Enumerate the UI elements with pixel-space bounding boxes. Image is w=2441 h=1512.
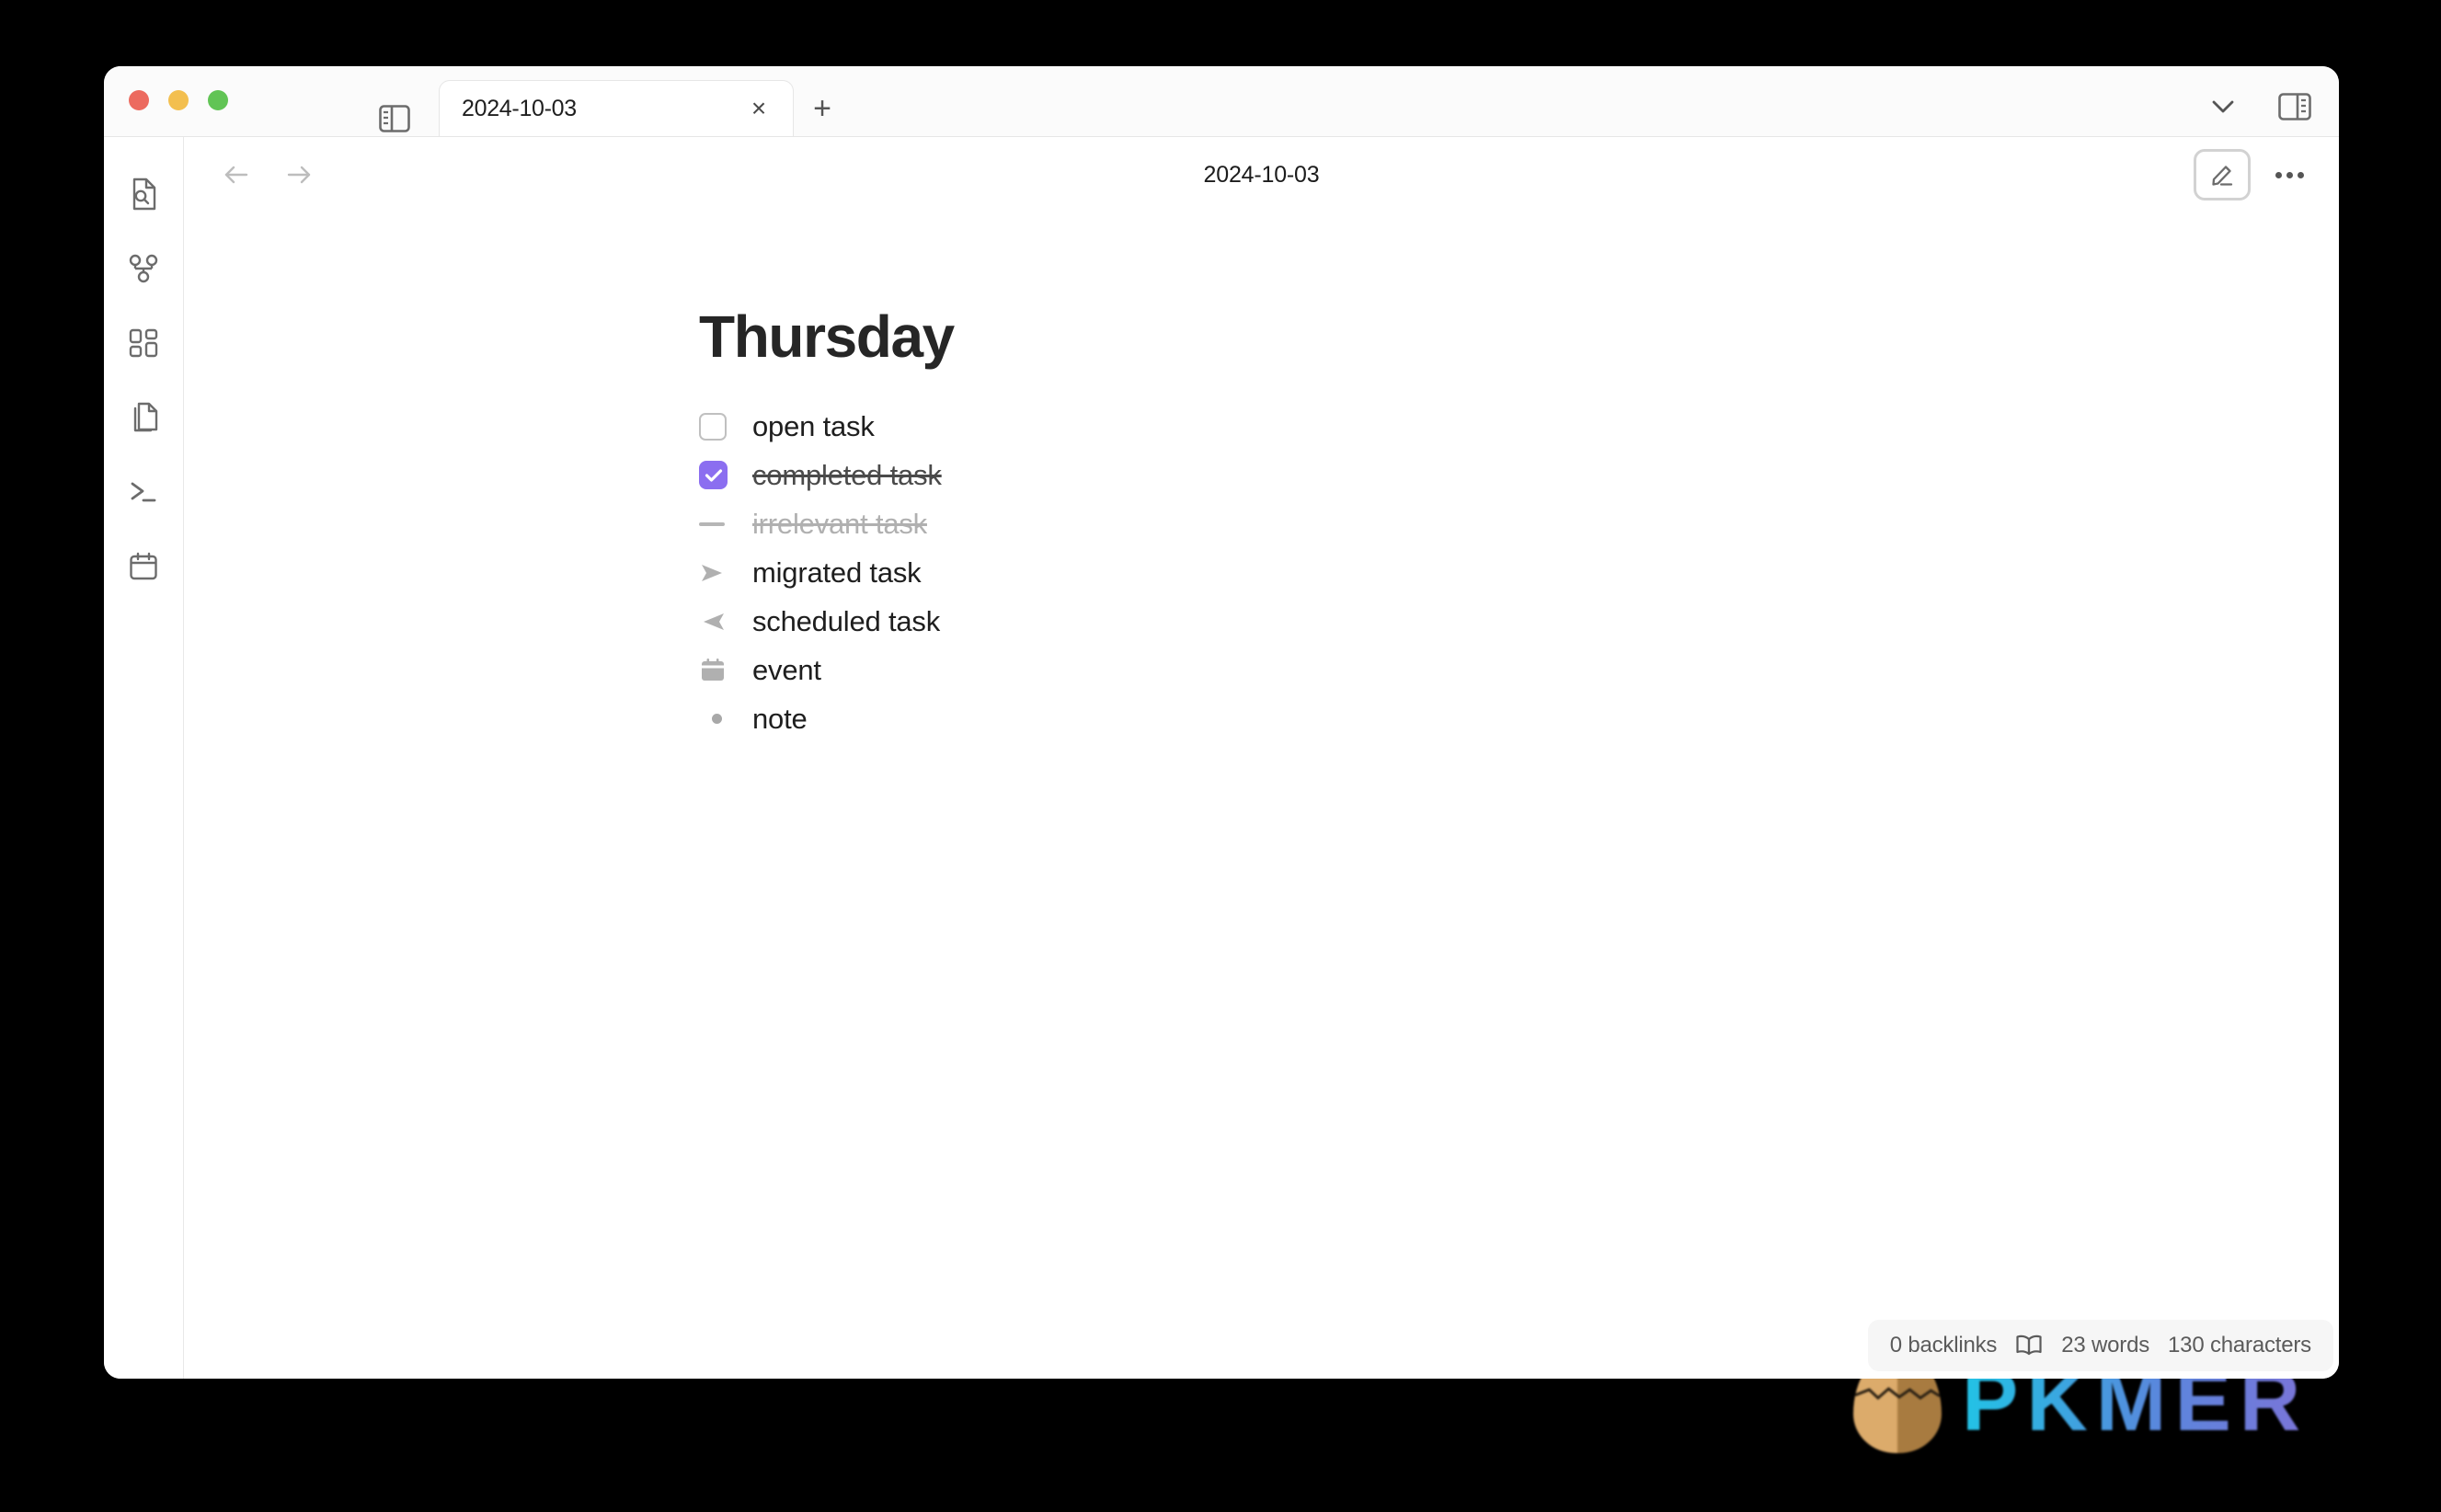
close-window-button[interactable]	[129, 90, 149, 110]
minimize-window-button[interactable]	[168, 90, 189, 110]
status-bar: 0 backlinks 23 words 130 characters	[1867, 1320, 2333, 1371]
word-count[interactable]: 23 words	[2061, 1333, 2149, 1358]
title-bar: 2024-10-03 × +	[104, 66, 2339, 137]
maximize-window-button[interactable]	[208, 90, 228, 110]
more-options-icon[interactable]	[2265, 151, 2313, 199]
copy-files-icon[interactable]	[117, 394, 170, 441]
view-header: 2024-10-03	[184, 137, 2339, 212]
task-row-scheduled[interactable]: scheduled task	[699, 597, 2339, 646]
page-title: 2024-10-03	[1203, 161, 1320, 188]
note-heading: Thursday	[699, 304, 955, 370]
terminal-icon[interactable]	[117, 468, 170, 516]
open-book-icon[interactable]	[2015, 1334, 2043, 1357]
task-row-note[interactable]: note	[699, 694, 2339, 743]
task-label: open task	[752, 410, 875, 443]
left-ribbon	[104, 137, 184, 1379]
task-label: completed task	[752, 459, 942, 492]
task-label: note	[752, 703, 808, 736]
task-row-irrelevant[interactable]: irrelevant task	[699, 499, 2339, 548]
dash-marker-icon[interactable]	[699, 521, 752, 526]
task-row-migrated[interactable]: migrated task	[699, 548, 2339, 597]
left-sidebar-toggle-icon[interactable]	[372, 97, 418, 140]
close-tab-icon[interactable]: ×	[743, 93, 774, 124]
task-label: migrated task	[752, 556, 922, 590]
graph-view-icon[interactable]	[117, 245, 170, 292]
app-window: 2024-10-03 × + 2024-10-03 Thursday open …	[104, 66, 2339, 1379]
right-sidebar-toggle-icon[interactable]	[2275, 88, 2315, 125]
calendar-marker-icon[interactable]	[699, 658, 752, 683]
pencil-edit-icon[interactable]	[2194, 149, 2251, 200]
bullet-marker-icon[interactable]	[699, 714, 752, 725]
task-label: scheduled task	[752, 605, 940, 638]
tab-strip: 2024-10-03 × +	[439, 80, 851, 136]
view-actions	[2194, 149, 2313, 200]
task-row-event[interactable]: event	[699, 646, 2339, 694]
task-label: irrelevant task	[752, 508, 927, 541]
arrow-left-marker-icon[interactable]	[699, 609, 752, 635]
titlebar-actions	[2203, 88, 2315, 125]
task-list: open task completed task irrelevant task…	[699, 402, 2339, 743]
tab-label: 2024-10-03	[462, 95, 577, 121]
backlinks-count[interactable]: 0 backlinks	[1890, 1333, 1998, 1358]
dashboard-grid-icon[interactable]	[117, 319, 170, 367]
calendar-icon[interactable]	[117, 543, 170, 590]
tab-2024-10-03[interactable]: 2024-10-03 ×	[439, 80, 794, 136]
traffic-lights	[129, 90, 228, 110]
arrow-right-marker-icon[interactable]	[699, 560, 752, 586]
file-search-icon[interactable]	[117, 170, 170, 218]
character-count[interactable]: 130 characters	[2168, 1333, 2311, 1358]
window-body: 2024-10-03 Thursday open task completed …	[104, 137, 2339, 1379]
checkbox-unchecked-icon[interactable]	[699, 412, 752, 441]
task-row-completed[interactable]: completed task	[699, 451, 2339, 499]
task-row-open[interactable]: open task	[699, 402, 2339, 451]
note-content: Thursday open task completed task irrele…	[184, 212, 2339, 743]
checkbox-checked-icon[interactable]	[699, 461, 752, 490]
main-view: 2024-10-03 Thursday open task completed …	[184, 137, 2339, 1379]
task-label: event	[752, 654, 821, 687]
chevron-down-icon[interactable]	[2203, 88, 2243, 125]
new-tab-button[interactable]: +	[794, 81, 851, 136]
